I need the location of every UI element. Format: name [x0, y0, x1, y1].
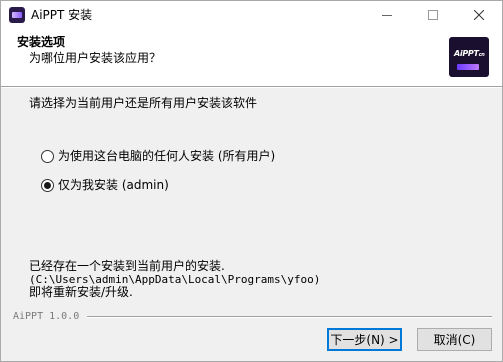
option-all-users[interactable]: 为使用这台电脑的任何人安装 (所有用户): [41, 148, 275, 164]
close-icon: [474, 10, 484, 20]
existing-install-note: 已经存在一个安装到当前用户的安装. (C:\Users\admin\AppDat…: [29, 260, 320, 299]
next-button[interactable]: 下一步(N) >: [327, 328, 402, 351]
footer-divider: [87, 316, 492, 318]
minimize-icon: [382, 14, 392, 16]
minimize-button[interactable]: [364, 1, 410, 29]
note-line-3: 即将重新安装/升级.: [29, 285, 133, 299]
maximize-button: [410, 1, 456, 29]
radio-current-user[interactable]: [41, 178, 54, 192]
header-banner: 安装选项 为哪位用户安装该应用？ AiPPTcn: [1, 29, 502, 86]
close-button[interactable]: [456, 1, 502, 29]
option-current-user-label[interactable]: 仅为我安装 (admin): [58, 177, 169, 193]
app-icon: [9, 7, 25, 23]
aippt-logo: AiPPTcn: [449, 37, 489, 77]
installer-window: AiPPT 安装 安装选项 为哪位用户安装该应用？ AiPPTcn 请选择为当前…: [0, 0, 503, 362]
cancel-button[interactable]: 取消(C): [417, 328, 492, 351]
install-scope-prompt: 请选择为当前用户还是所有用户安装该软件: [29, 96, 258, 110]
logo-bar: [457, 64, 479, 70]
page-title: 安装选项: [17, 35, 66, 49]
radio-all-users[interactable]: [41, 149, 54, 163]
title-bar[interactable]: AiPPT 安装: [1, 1, 502, 29]
note-line-1: 已经存在一个安装到当前用户的安装.: [29, 259, 225, 273]
maximize-icon: [428, 10, 438, 20]
option-current-user[interactable]: 仅为我安装 (admin): [41, 177, 169, 193]
header-divider: [1, 86, 502, 88]
logo-text: AiPPTcn: [454, 49, 485, 58]
window-title: AiPPT 安装: [31, 8, 93, 22]
option-all-users-label[interactable]: 为使用这台电脑的任何人安装 (所有用户): [58, 148, 275, 164]
brand-version: AiPPT 1.0.0: [13, 311, 80, 322]
page-subtitle: 为哪位用户安装该应用？: [29, 51, 162, 65]
